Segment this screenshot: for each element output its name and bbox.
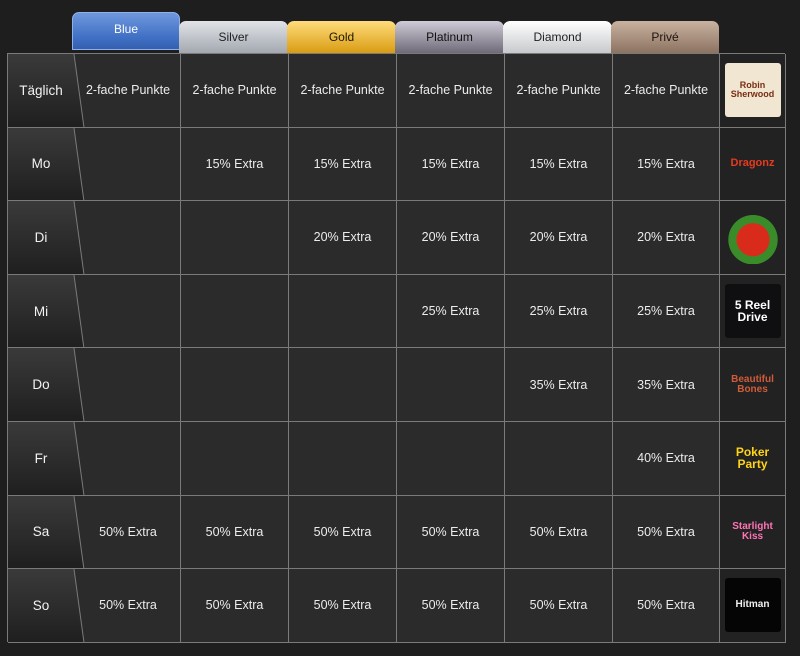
cell-silver: 15% Extra [181, 127, 289, 202]
cell-platinum: 25% Extra [397, 274, 505, 349]
cell-platinum: 50% Extra [397, 495, 505, 570]
game-logo-cell[interactable]: 5 Reel Drive [720, 274, 786, 349]
cell-platinum: 2-fache Punkte [397, 54, 505, 128]
beautiful-bones-logo-icon: Beautiful Bones [731, 373, 774, 395]
cell-blue [76, 274, 181, 349]
cell-gold [289, 348, 397, 422]
game-logo-cell[interactable]: Beautiful Bones [720, 348, 786, 422]
cell-diamond: 2-fache Punkte [505, 54, 613, 128]
cell-platinum: 15% Extra [397, 127, 505, 202]
cell-diamond: 20% Extra [505, 201, 613, 275]
cell-gold: 20% Extra [289, 201, 397, 275]
cell-blue [76, 127, 181, 202]
cell-blue: 2-fache Punkte [76, 54, 181, 128]
cell-platinum [397, 348, 505, 422]
day-label: Do [32, 377, 50, 393]
day-label: So [32, 597, 50, 613]
game-logo-cell[interactable]: Robin Sherwood [720, 54, 786, 128]
hitman-logo-icon: Hitman [724, 578, 781, 633]
cell-blue [76, 201, 181, 275]
cell-gold [289, 422, 397, 496]
cell-prive: 50% Extra [613, 495, 720, 570]
5-reel-drive-logo-icon: 5 Reel Drive [724, 284, 781, 339]
cell-silver [181, 422, 289, 496]
tier-tab-gold: Gold [287, 21, 396, 53]
day-label: Täglich [19, 82, 63, 98]
poker-party-logo-icon: Poker Party [735, 445, 770, 472]
day-label: Sa [32, 524, 50, 540]
cell-platinum [397, 422, 505, 496]
slot-game-logo-icon [724, 210, 781, 265]
cell-diamond [505, 422, 613, 496]
cell-diamond: 50% Extra [505, 495, 613, 570]
cell-prive: 35% Extra [613, 348, 720, 422]
day-label: Fr [34, 450, 48, 466]
cell-silver [181, 201, 289, 275]
tier-tab-prive: Privé [611, 21, 719, 53]
cell-prive: 15% Extra [613, 127, 720, 202]
cell-platinum: 50% Extra [397, 569, 505, 643]
cell-diamond: 50% Extra [505, 569, 613, 643]
cell-silver: 50% Extra [181, 495, 289, 570]
game-logo-cell[interactable] [720, 201, 786, 275]
cell-blue: 50% Extra [76, 569, 181, 643]
game-logo-cell[interactable]: Dragonz [720, 127, 786, 202]
cell-silver: 2-fache Punkte [181, 54, 289, 128]
cell-prive: 40% Extra [613, 422, 720, 496]
game-logo-cell[interactable]: Hitman [720, 569, 786, 643]
cell-gold: 2-fache Punkte [289, 54, 397, 128]
cell-prive: 25% Extra [613, 274, 720, 349]
cell-blue: 50% Extra [76, 495, 181, 570]
cell-gold: 50% Extra [289, 495, 397, 570]
game-logo-cell[interactable]: Starlight Kiss [720, 495, 786, 570]
game-logo-cell[interactable]: Poker Party [720, 422, 786, 496]
cell-diamond: 35% Extra [505, 348, 613, 422]
tier-tab-platinum: Platinum [395, 21, 504, 53]
cell-gold: 15% Extra [289, 127, 397, 202]
promotion-grid: Täglich 2-fache Punkte 2-fache Punkte 2-fac… [7, 53, 786, 643]
cell-silver: 50% Extra [181, 569, 289, 643]
day-label: Di [34, 229, 48, 245]
day-label: Mi [33, 303, 49, 319]
cell-silver [181, 274, 289, 349]
cell-prive: 2-fache Punkte [613, 54, 720, 128]
robin-of-sherwood-logo-icon: Robin Sherwood [724, 63, 781, 118]
cell-platinum: 20% Extra [397, 201, 505, 275]
cell-prive: 50% Extra [613, 569, 720, 643]
tier-tab-diamond: Diamond [503, 21, 612, 53]
day-label: Mo [31, 156, 51, 172]
dragonz-logo-icon: Dragonz [730, 157, 775, 170]
cell-gold [289, 274, 397, 349]
cell-silver [181, 348, 289, 422]
cell-prive: 20% Extra [613, 201, 720, 275]
cell-blue [76, 422, 181, 496]
tier-tab-blue: Blue [72, 12, 180, 50]
cell-diamond: 25% Extra [505, 274, 613, 349]
cell-diamond: 15% Extra [505, 127, 613, 202]
tier-tab-silver: Silver [179, 21, 288, 53]
cell-blue [76, 348, 181, 422]
vip-promotions-table: Blue Silver Gold Platinum Diamond Privé Tägli… [0, 0, 800, 656]
starlight-kiss-logo-icon: Starlight Kiss [732, 520, 773, 542]
cell-gold: 50% Extra [289, 569, 397, 643]
